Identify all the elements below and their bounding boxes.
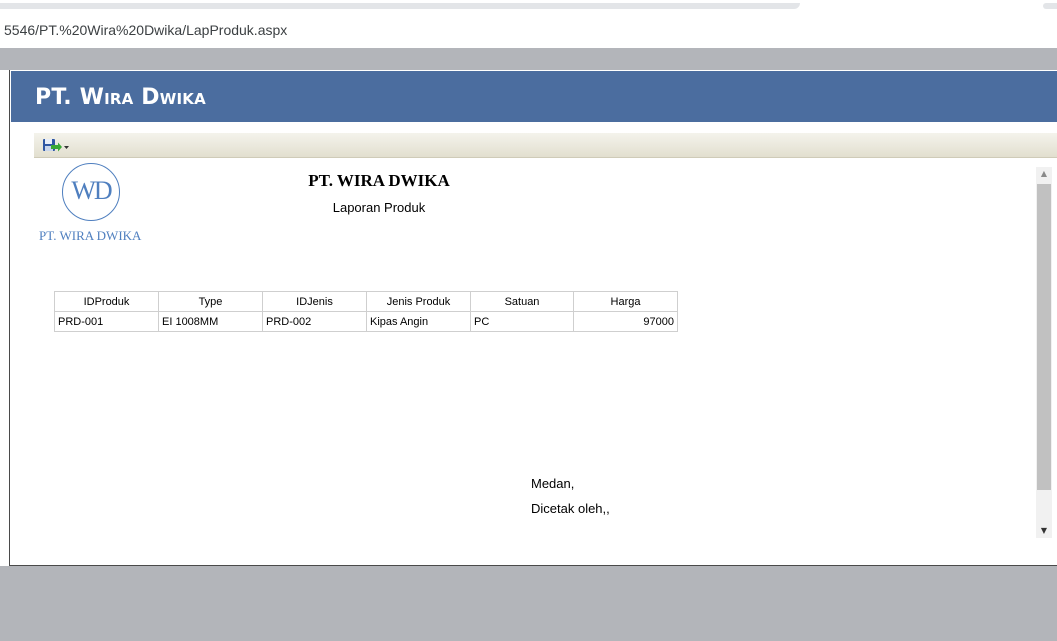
logo-company-name: PT. WIRA DWIKA [39, 228, 142, 243]
product-table: IDProduk Type IDJenis Jenis Produk Satua… [54, 291, 678, 332]
tab-bar-edge [1043, 3, 1057, 9]
page-background-bottom [0, 566, 1057, 641]
column-header: IDProduk [54, 291, 159, 312]
table-header-row: IDProduk Type IDJenis Jenis Produk Satua… [54, 291, 678, 312]
company-logo: WD PT. WIRA DWIKA [34, 158, 174, 258]
address-bar[interactable]: 5546/PT.%20Wira%20Dwika/LapProduk.aspx [0, 12, 1057, 48]
chevron-down-icon [64, 146, 69, 149]
browser-tab-strip [0, 0, 1057, 12]
report-title: PT. WIRA DWIKA [308, 171, 450, 190]
vertical-scrollbar[interactable]: ▲ ▼ [1036, 167, 1052, 538]
export-save-button[interactable] [42, 137, 70, 154]
report-subtitle: Laporan Produk [332, 200, 426, 215]
column-header: Type [158, 291, 263, 312]
url-text[interactable]: 5546/PT.%20Wira%20Dwika/LapProduk.aspx [4, 22, 287, 38]
table-cell: EI 1008MM [158, 311, 263, 332]
scrollbar-thumb[interactable] [1037, 184, 1051, 490]
brand-title: PT. Wira Dwika [35, 85, 206, 110]
column-header: Harga [573, 291, 678, 312]
table-cell: PRD-002 [262, 311, 367, 332]
app-header: PT. Wira Dwika [11, 71, 1057, 122]
signature-printed-by: Dicetak oleh,, [531, 501, 610, 516]
signature-place: Medan, [531, 476, 575, 491]
scroll-up-arrow-icon[interactable]: ▲ [1036, 167, 1052, 181]
logo-initials: WD [71, 176, 112, 205]
scroll-down-arrow-icon[interactable]: ▼ [1036, 524, 1052, 538]
tab-bar [0, 3, 800, 9]
report-toolbar [34, 133, 1057, 158]
save-disk-icon [43, 139, 69, 152]
column-header: Jenis Produk [366, 291, 471, 312]
column-header: Satuan [470, 291, 574, 312]
page-background-top [0, 48, 1057, 70]
app-frame: PT. Wira Dwika WD PT. WIRA DWIKA PT. WIR… [9, 70, 1057, 566]
table-cell: Kipas Angin [366, 311, 471, 332]
table-row: PRD-001 EI 1008MM PRD-002 Kipas Angin PC… [54, 311, 678, 332]
table-cell: PRD-001 [54, 311, 159, 332]
report-viewer: WD PT. WIRA DWIKA PT. WIRA DWIKA Laporan… [34, 158, 1042, 540]
column-header: IDJenis [262, 291, 367, 312]
table-cell: 97000 [573, 311, 678, 332]
table-cell: PC [470, 311, 574, 332]
